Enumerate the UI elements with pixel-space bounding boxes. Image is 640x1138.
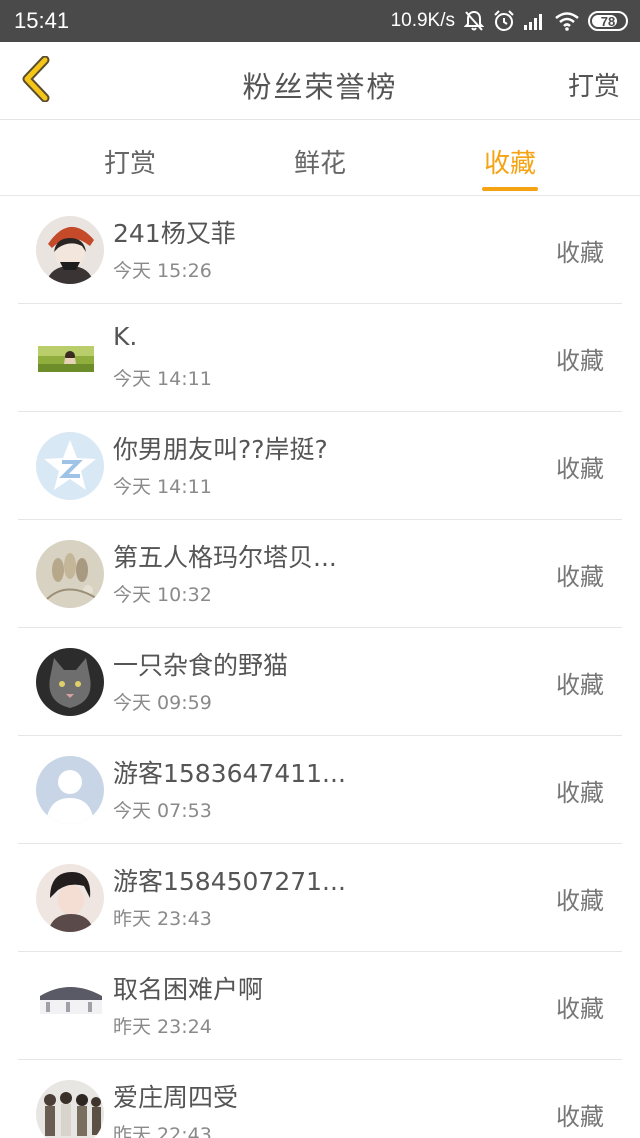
fan-name: K. xyxy=(113,322,138,351)
avatar xyxy=(36,1080,104,1138)
fan-time: 今天 14:11 xyxy=(113,368,212,390)
fan-time: 今天 15:26 xyxy=(113,260,212,282)
fan-time: 今天 09:59 xyxy=(113,692,212,714)
avatar xyxy=(36,756,104,824)
alarm-icon xyxy=(493,10,515,32)
fan-type: 收藏 xyxy=(556,239,604,267)
list-item[interactable]: 第五人格玛尔塔贝... 今天 10:32 收藏 xyxy=(18,520,622,628)
list-item[interactable]: 你男朋友叫??岸挺? 今天 14:11 收藏 xyxy=(18,412,622,520)
list-item[interactable]: K. 今天 14:11 收藏 xyxy=(18,304,622,412)
avatar xyxy=(36,864,104,932)
fan-time: 昨天 23:43 xyxy=(113,908,212,930)
fan-type: 收藏 xyxy=(556,455,604,483)
fan-name: 爱庄周四受 xyxy=(113,1083,239,1112)
avatar xyxy=(36,432,104,500)
avatar xyxy=(36,972,104,1040)
fan-list: 241杨又菲 今天 15:26 收藏 K. 今天 14:11 收藏 你男朋友叫?… xyxy=(0,196,640,1138)
avatar xyxy=(36,324,104,392)
avatar xyxy=(36,540,104,608)
fan-name: 游客1583647411... xyxy=(113,759,346,788)
page-title: 粉丝荣誉榜 xyxy=(242,70,398,104)
fan-name: 一只杂食的野猫 xyxy=(113,651,289,680)
avatar xyxy=(36,648,104,716)
signal-icon xyxy=(524,12,546,30)
network-speed: 10.9K/s xyxy=(390,10,455,31)
fan-type: 收藏 xyxy=(556,1103,604,1131)
list-item[interactable]: 游客1584507271... 昨天 23:43 收藏 xyxy=(18,844,622,952)
fan-type: 收藏 xyxy=(556,995,604,1023)
tab-favorites[interactable]: 收藏 xyxy=(440,121,580,196)
status-bar: 15:41 10.9K/s 78 xyxy=(0,0,640,42)
tab-flowers[interactable]: 鲜花 xyxy=(250,121,390,196)
wifi-icon xyxy=(555,11,579,31)
fan-time: 昨天 22:43 xyxy=(113,1124,212,1138)
fan-name: 游客1584507271... xyxy=(113,867,346,896)
fan-name: 你男朋友叫??岸挺? xyxy=(113,435,328,464)
fan-time: 今天 14:11 xyxy=(113,476,212,498)
fan-time: 今天 10:32 xyxy=(113,584,212,606)
fan-time: 昨天 23:24 xyxy=(113,1016,212,1038)
battery-icon: 78 xyxy=(588,11,628,31)
reward-button[interactable]: 打赏 xyxy=(568,66,620,103)
active-tab-indicator xyxy=(482,187,538,191)
fan-type: 收藏 xyxy=(556,887,604,915)
fan-name: 第五人格玛尔塔贝... xyxy=(113,543,337,572)
fan-name: 241杨又菲 xyxy=(113,219,236,248)
battery-indicator: 78 xyxy=(588,11,628,31)
fan-name: 取名困难户啊 xyxy=(113,975,264,1004)
list-item[interactable]: 爱庄周四受 昨天 22:43 收藏 xyxy=(18,1060,622,1138)
tab-bar: 打赏 鲜花 收藏 xyxy=(0,121,640,196)
tab-reward[interactable]: 打赏 xyxy=(60,121,200,196)
fan-type: 收藏 xyxy=(556,671,604,699)
list-item[interactable]: 241杨又菲 今天 15:26 收藏 xyxy=(18,196,622,304)
avatar xyxy=(36,216,104,284)
mute-bell-icon xyxy=(464,10,484,32)
status-time: 15:41 xyxy=(14,8,70,33)
status-icons: 10.9K/s 78 xyxy=(391,8,628,34)
list-item[interactable]: 取名困难户啊 昨天 23:24 收藏 xyxy=(18,952,622,1060)
header-bar: 粉丝荣誉榜 打赏 xyxy=(0,42,640,120)
list-item[interactable]: 一只杂食的野猫 今天 09:59 收藏 xyxy=(18,628,622,736)
fan-type: 收藏 xyxy=(556,347,604,375)
list-item[interactable]: 游客1583647411... 今天 07:53 收藏 xyxy=(18,736,622,844)
battery-percent: 78 xyxy=(600,13,616,29)
fan-type: 收藏 xyxy=(556,779,604,807)
fan-type: 收藏 xyxy=(556,563,604,591)
fan-time: 今天 07:53 xyxy=(113,800,212,822)
